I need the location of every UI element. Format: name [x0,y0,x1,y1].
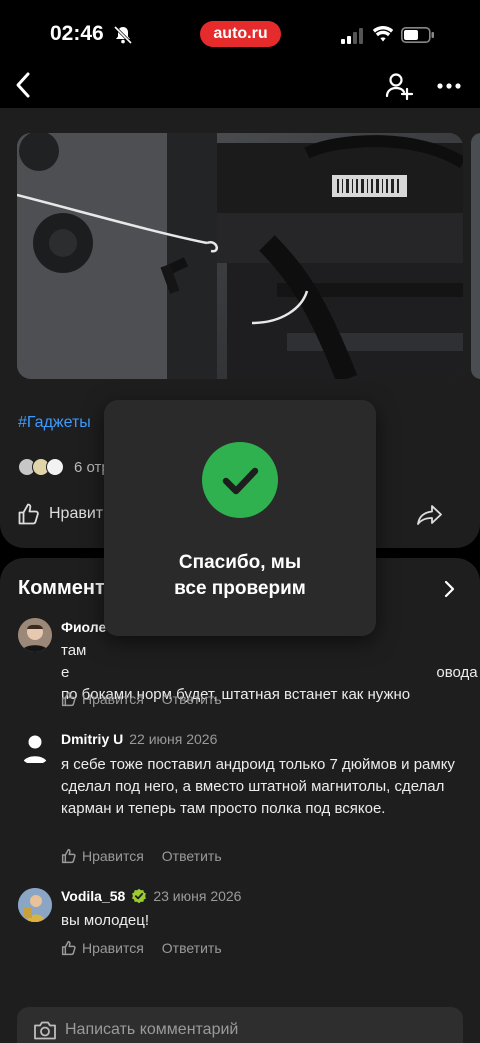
success-check-icon [202,442,278,518]
comment-actions: Нравится Ответить [61,691,222,707]
bell-muted-icon [113,25,133,45]
signal-icon [341,28,363,44]
top-bar [0,66,480,112]
comment-like-label: Нравится [82,691,144,707]
comment-avatar[interactable] [18,618,52,652]
status-time: 02:46 [50,22,104,45]
comment-reply-button[interactable]: Ответить [162,940,222,956]
comment-like-label: Нравится [82,848,144,864]
reposts-row[interactable]: 6 отр [18,458,110,476]
more-icon[interactable] [434,74,464,98]
car-interior-image [17,133,463,379]
thumbs-up-icon [61,940,76,956]
hashtag-link[interactable]: #Гаджеты [18,414,91,432]
camera-icon[interactable] [33,1019,57,1041]
add-user-icon[interactable] [384,70,414,102]
thumbs-up-icon [18,503,39,525]
comment-author[interactable]: Dmitriy U 22 июня 2026 [61,731,217,747]
comments-title[interactable]: Коммент [18,577,105,600]
comment-date: 22 июня 2026 [129,731,218,747]
comment-input-placeholder: Написать комментарий [65,1021,239,1038]
next-photo-peek[interactable] [471,133,480,379]
share-icon[interactable] [416,503,444,527]
post-like-button[interactable]: Нравит [17,502,103,526]
comment-author[interactable]: Vodila_58 23 июня 2026 [61,888,241,904]
comment-text: вы молодец! [61,912,150,929]
post-like-label: Нравит [49,505,104,522]
comment-author-name: Dmitriy U [61,731,124,747]
reposter-avatar [46,458,64,476]
comment-date: 23 июня 2026 [153,888,242,904]
comment-actions: Нравится Ответить [61,848,222,864]
comment-actions: Нравится Ответить [61,940,222,956]
comment-reply-button[interactable]: Ответить [162,691,222,707]
thumbs-up-icon [61,848,76,864]
comment-author-name: Vodila_58 [61,888,126,904]
brand-logo: auto.ru [200,21,281,47]
comment-like-button[interactable]: Нравится [61,691,144,707]
comment-like-button[interactable]: Нравится [61,848,144,864]
comment-author-name: Фиоле [61,619,107,635]
verified-badge-icon [132,888,147,904]
comment-avatar[interactable] [18,888,52,922]
confirmation-toast: Спасибо, мы все проверим [104,400,376,636]
post-photo[interactable] [17,133,463,379]
user-photo [18,618,52,652]
thumbs-up-icon [61,691,76,707]
comment-like-label: Нравится [82,940,144,956]
comment-input[interactable]: Написать комментарий [17,1007,463,1043]
default-avatar-icon [23,735,47,763]
chevron-right-icon[interactable] [440,578,458,600]
comment-author[interactable]: Фиоле [61,619,106,635]
comment-avatar[interactable] [18,731,52,765]
comment-text: я себе тоже поставил андроид только 7 дю… [61,756,455,817]
comment-reply-button[interactable]: Ответить [162,848,222,864]
back-button[interactable] [10,68,38,102]
user-photo [18,888,52,922]
battery-icon [401,27,434,43]
toast-message: Спасибо, мы все проверим [174,552,306,599]
status-bar: 02:46 auto.ru [0,0,480,66]
comment-like-button[interactable]: Нравится [61,940,144,956]
wifi-icon [372,25,394,42]
